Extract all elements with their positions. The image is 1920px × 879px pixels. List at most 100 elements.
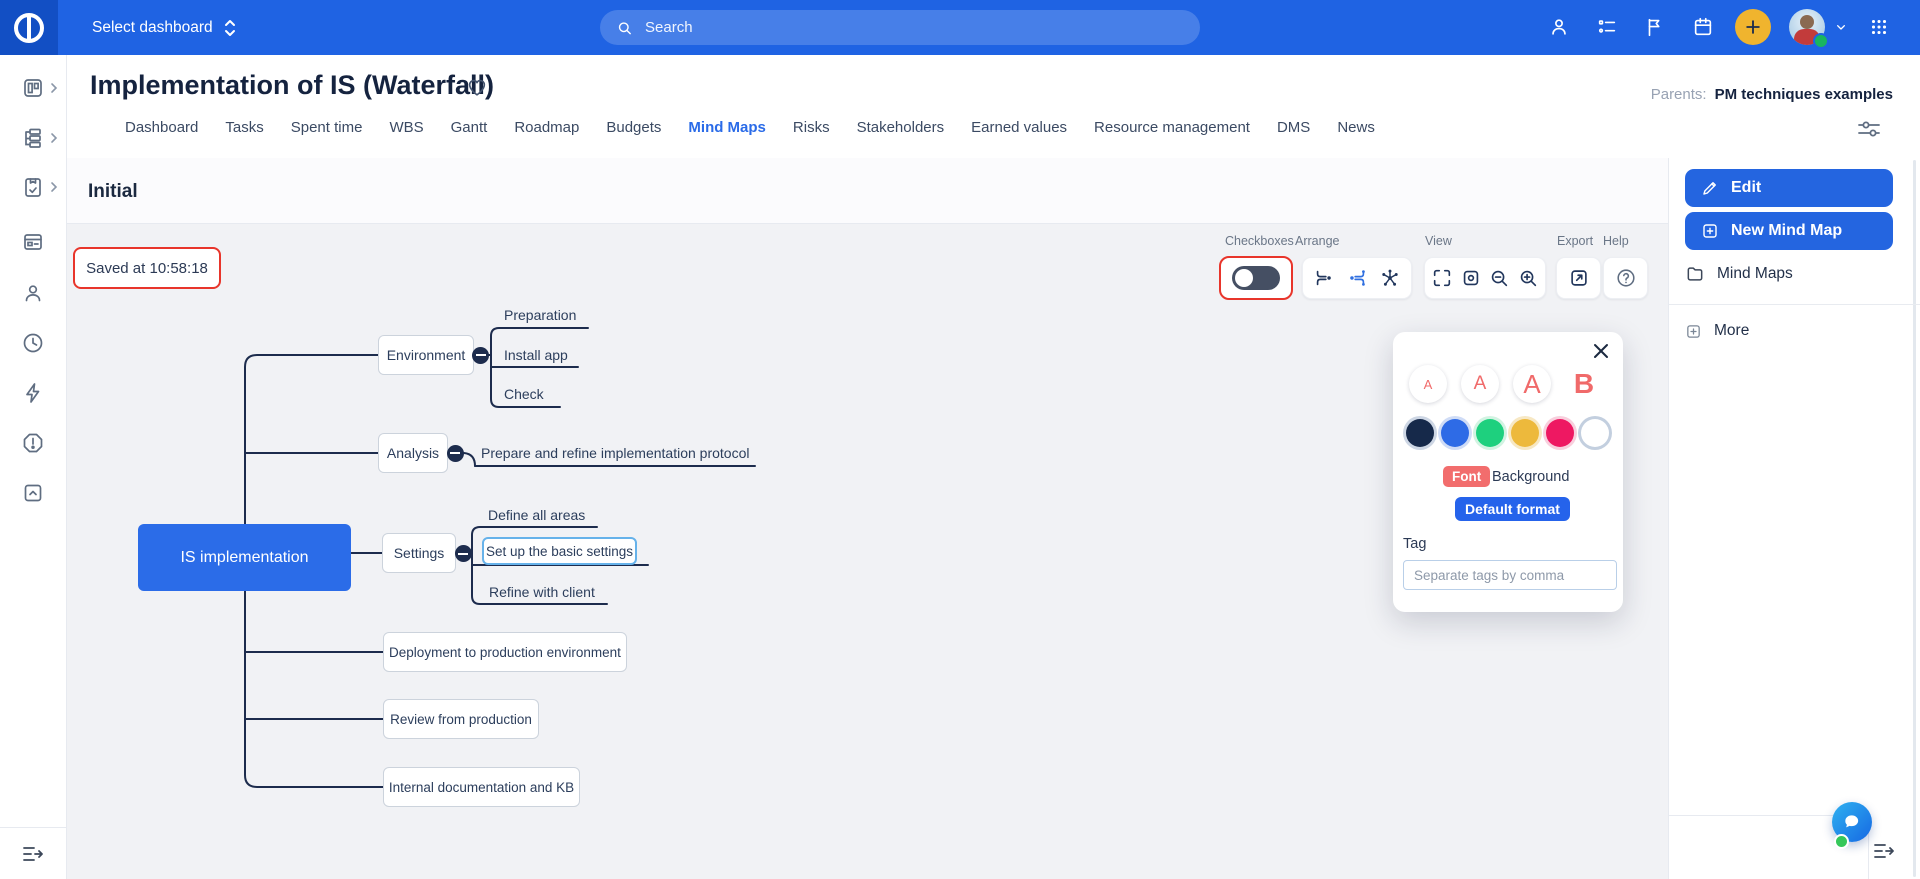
- app-logo[interactable]: [0, 0, 58, 55]
- tab-spent-time[interactable]: Spent time: [291, 119, 363, 136]
- mindmap-branch-node[interactable]: Review from production: [383, 699, 539, 739]
- collapse-node-button[interactable]: [447, 445, 464, 462]
- mindmap-child-node[interactable]: Install app: [504, 347, 568, 363]
- project-tabs: Dashboard Tasks Spent time WBS Gantt Roa…: [125, 119, 1375, 136]
- apps-grid-icon[interactable]: [1866, 14, 1892, 40]
- mindmap-branch-node[interactable]: Settings: [382, 533, 456, 573]
- toggle-knob: [1235, 269, 1253, 287]
- font-size-small-button[interactable]: A: [1409, 365, 1447, 403]
- parents-value[interactable]: PM techniques examples: [1715, 86, 1893, 103]
- sidebar-chevron-icon[interactable]: [48, 82, 60, 94]
- default-format-button[interactable]: Default format: [1455, 497, 1570, 521]
- checkboxes-toggle[interactable]: [1232, 266, 1280, 290]
- sidebar-activity-icon[interactable]: [21, 381, 45, 405]
- folder-icon: [1685, 264, 1705, 284]
- zoom-in-icon[interactable]: [1516, 266, 1540, 290]
- search-input[interactable]: [643, 18, 1184, 37]
- favorite-heart-icon[interactable]: [466, 76, 488, 98]
- mindmap-title: Initial: [88, 181, 138, 203]
- tab-earned-values[interactable]: Earned values: [971, 119, 1067, 136]
- people-icon[interactable]: [1546, 14, 1572, 40]
- color-swatch-white[interactable]: [1581, 419, 1609, 447]
- sidebar-chevron-icon[interactable]: [48, 132, 60, 144]
- mindmap-child-node[interactable]: Preparation: [504, 307, 576, 323]
- mindmap-child-node[interactable]: Define all areas: [488, 507, 585, 523]
- sidebar-clipboard-icon[interactable]: [21, 175, 45, 199]
- collapse-sidebar-button[interactable]: [0, 827, 66, 879]
- mindmap-selected-node[interactable]: Set up the basic settings: [482, 537, 637, 565]
- bold-button[interactable]: B: [1565, 365, 1603, 403]
- mindmap-branch-node[interactable]: Deployment to production environment: [383, 632, 627, 672]
- tab-budgets[interactable]: Budgets: [606, 119, 661, 136]
- mindmap-child-node[interactable]: Refine with client: [489, 584, 595, 600]
- close-icon[interactable]: [1591, 341, 1611, 361]
- scrollbar[interactable]: [1913, 160, 1916, 877]
- color-swatch-amber[interactable]: [1511, 419, 1539, 447]
- sidebar-risks-icon[interactable]: [21, 431, 45, 455]
- arrange-radial-icon[interactable]: [1378, 266, 1402, 290]
- collapse-node-button[interactable]: [455, 545, 472, 562]
- view-settings-icon[interactable]: [1856, 118, 1882, 140]
- sidebar-people-icon[interactable]: [21, 281, 45, 305]
- sidebar-board-icon[interactable]: [21, 230, 45, 254]
- sidebar-upgrade-icon[interactable]: [21, 481, 45, 505]
- tab-mind-maps[interactable]: Mind Maps: [688, 119, 766, 136]
- mindmap-branch-node[interactable]: Internal documentation and KB: [383, 767, 580, 807]
- arrange-label: Arrange: [1295, 234, 1339, 248]
- arrange-left-icon[interactable]: [1345, 266, 1369, 290]
- font-size-medium-button[interactable]: A: [1461, 365, 1499, 403]
- chevron-down-icon[interactable]: [1828, 14, 1854, 40]
- edit-button-label: Edit: [1731, 179, 1761, 197]
- tag-input[interactable]: [1403, 560, 1617, 590]
- color-swatch-green[interactable]: [1476, 419, 1504, 447]
- center-view-icon[interactable]: [1459, 266, 1483, 290]
- more-item[interactable]: More: [1685, 322, 1749, 340]
- add-button[interactable]: [1735, 9, 1771, 45]
- tab-news[interactable]: News: [1337, 119, 1375, 136]
- tasks-list-icon[interactable]: [1594, 14, 1620, 40]
- color-swatch-blue[interactable]: [1441, 419, 1469, 447]
- color-swatch-pink[interactable]: [1546, 419, 1574, 447]
- arrange-panel: [1302, 257, 1412, 299]
- calendar-icon[interactable]: [1690, 14, 1716, 40]
- select-dashboard[interactable]: Select dashboard: [92, 0, 237, 55]
- plus-icon: [1743, 17, 1763, 37]
- color-swatch-navy[interactable]: [1406, 419, 1434, 447]
- collapse-node-button[interactable]: [472, 347, 489, 364]
- tab-risks[interactable]: Risks: [793, 119, 830, 136]
- edit-button[interactable]: Edit: [1685, 169, 1893, 207]
- font-mode-chip[interactable]: Font: [1443, 466, 1490, 487]
- tab-gantt[interactable]: Gantt: [451, 119, 488, 136]
- select-dashboard-label: Select dashboard: [92, 19, 213, 37]
- mindmap-child-node[interactable]: Check: [504, 386, 544, 402]
- font-size-large-button[interactable]: A: [1513, 365, 1551, 403]
- arrange-right-icon[interactable]: [1312, 266, 1336, 290]
- global-search[interactable]: [600, 10, 1200, 45]
- zoom-out-icon[interactable]: [1487, 266, 1511, 290]
- sidebar-dashboard-icon[interactable]: [21, 76, 45, 100]
- background-mode-chip[interactable]: Background: [1492, 469, 1569, 485]
- fullscreen-icon[interactable]: [1430, 266, 1454, 290]
- flag-icon[interactable]: [1642, 14, 1668, 40]
- export-icon[interactable]: [1567, 266, 1591, 290]
- online-badge: [1813, 33, 1829, 49]
- mind-maps-folder-item[interactable]: Mind Maps: [1685, 264, 1793, 284]
- new-mind-map-button[interactable]: New Mind Map: [1685, 212, 1893, 250]
- sidebar-structure-icon[interactable]: [21, 126, 45, 150]
- tab-resource-management[interactable]: Resource management: [1094, 119, 1250, 136]
- tab-dms[interactable]: DMS: [1277, 119, 1310, 136]
- tab-wbs[interactable]: WBS: [389, 119, 423, 136]
- mindmap-branch-node[interactable]: Environment: [378, 335, 474, 375]
- help-icon[interactable]: [1614, 266, 1638, 290]
- sidebar-time-icon[interactable]: [21, 331, 45, 355]
- tab-stakeholders[interactable]: Stakeholders: [857, 119, 945, 136]
- sidebar-chevron-icon[interactable]: [48, 181, 60, 193]
- tab-tasks[interactable]: Tasks: [225, 119, 263, 136]
- mindmap-child-node[interactable]: Prepare and refine implementation protoc…: [481, 445, 750, 461]
- tab-dashboard[interactable]: Dashboard: [125, 119, 198, 136]
- mindmap-branch-node[interactable]: Analysis: [378, 433, 448, 473]
- mindmap-root-node[interactable]: IS implementation: [138, 524, 351, 591]
- collapse-panel-button[interactable]: [1872, 840, 1896, 862]
- tab-roadmap[interactable]: Roadmap: [514, 119, 579, 136]
- saved-status-badge: Saved at 10:58:18: [73, 247, 221, 289]
